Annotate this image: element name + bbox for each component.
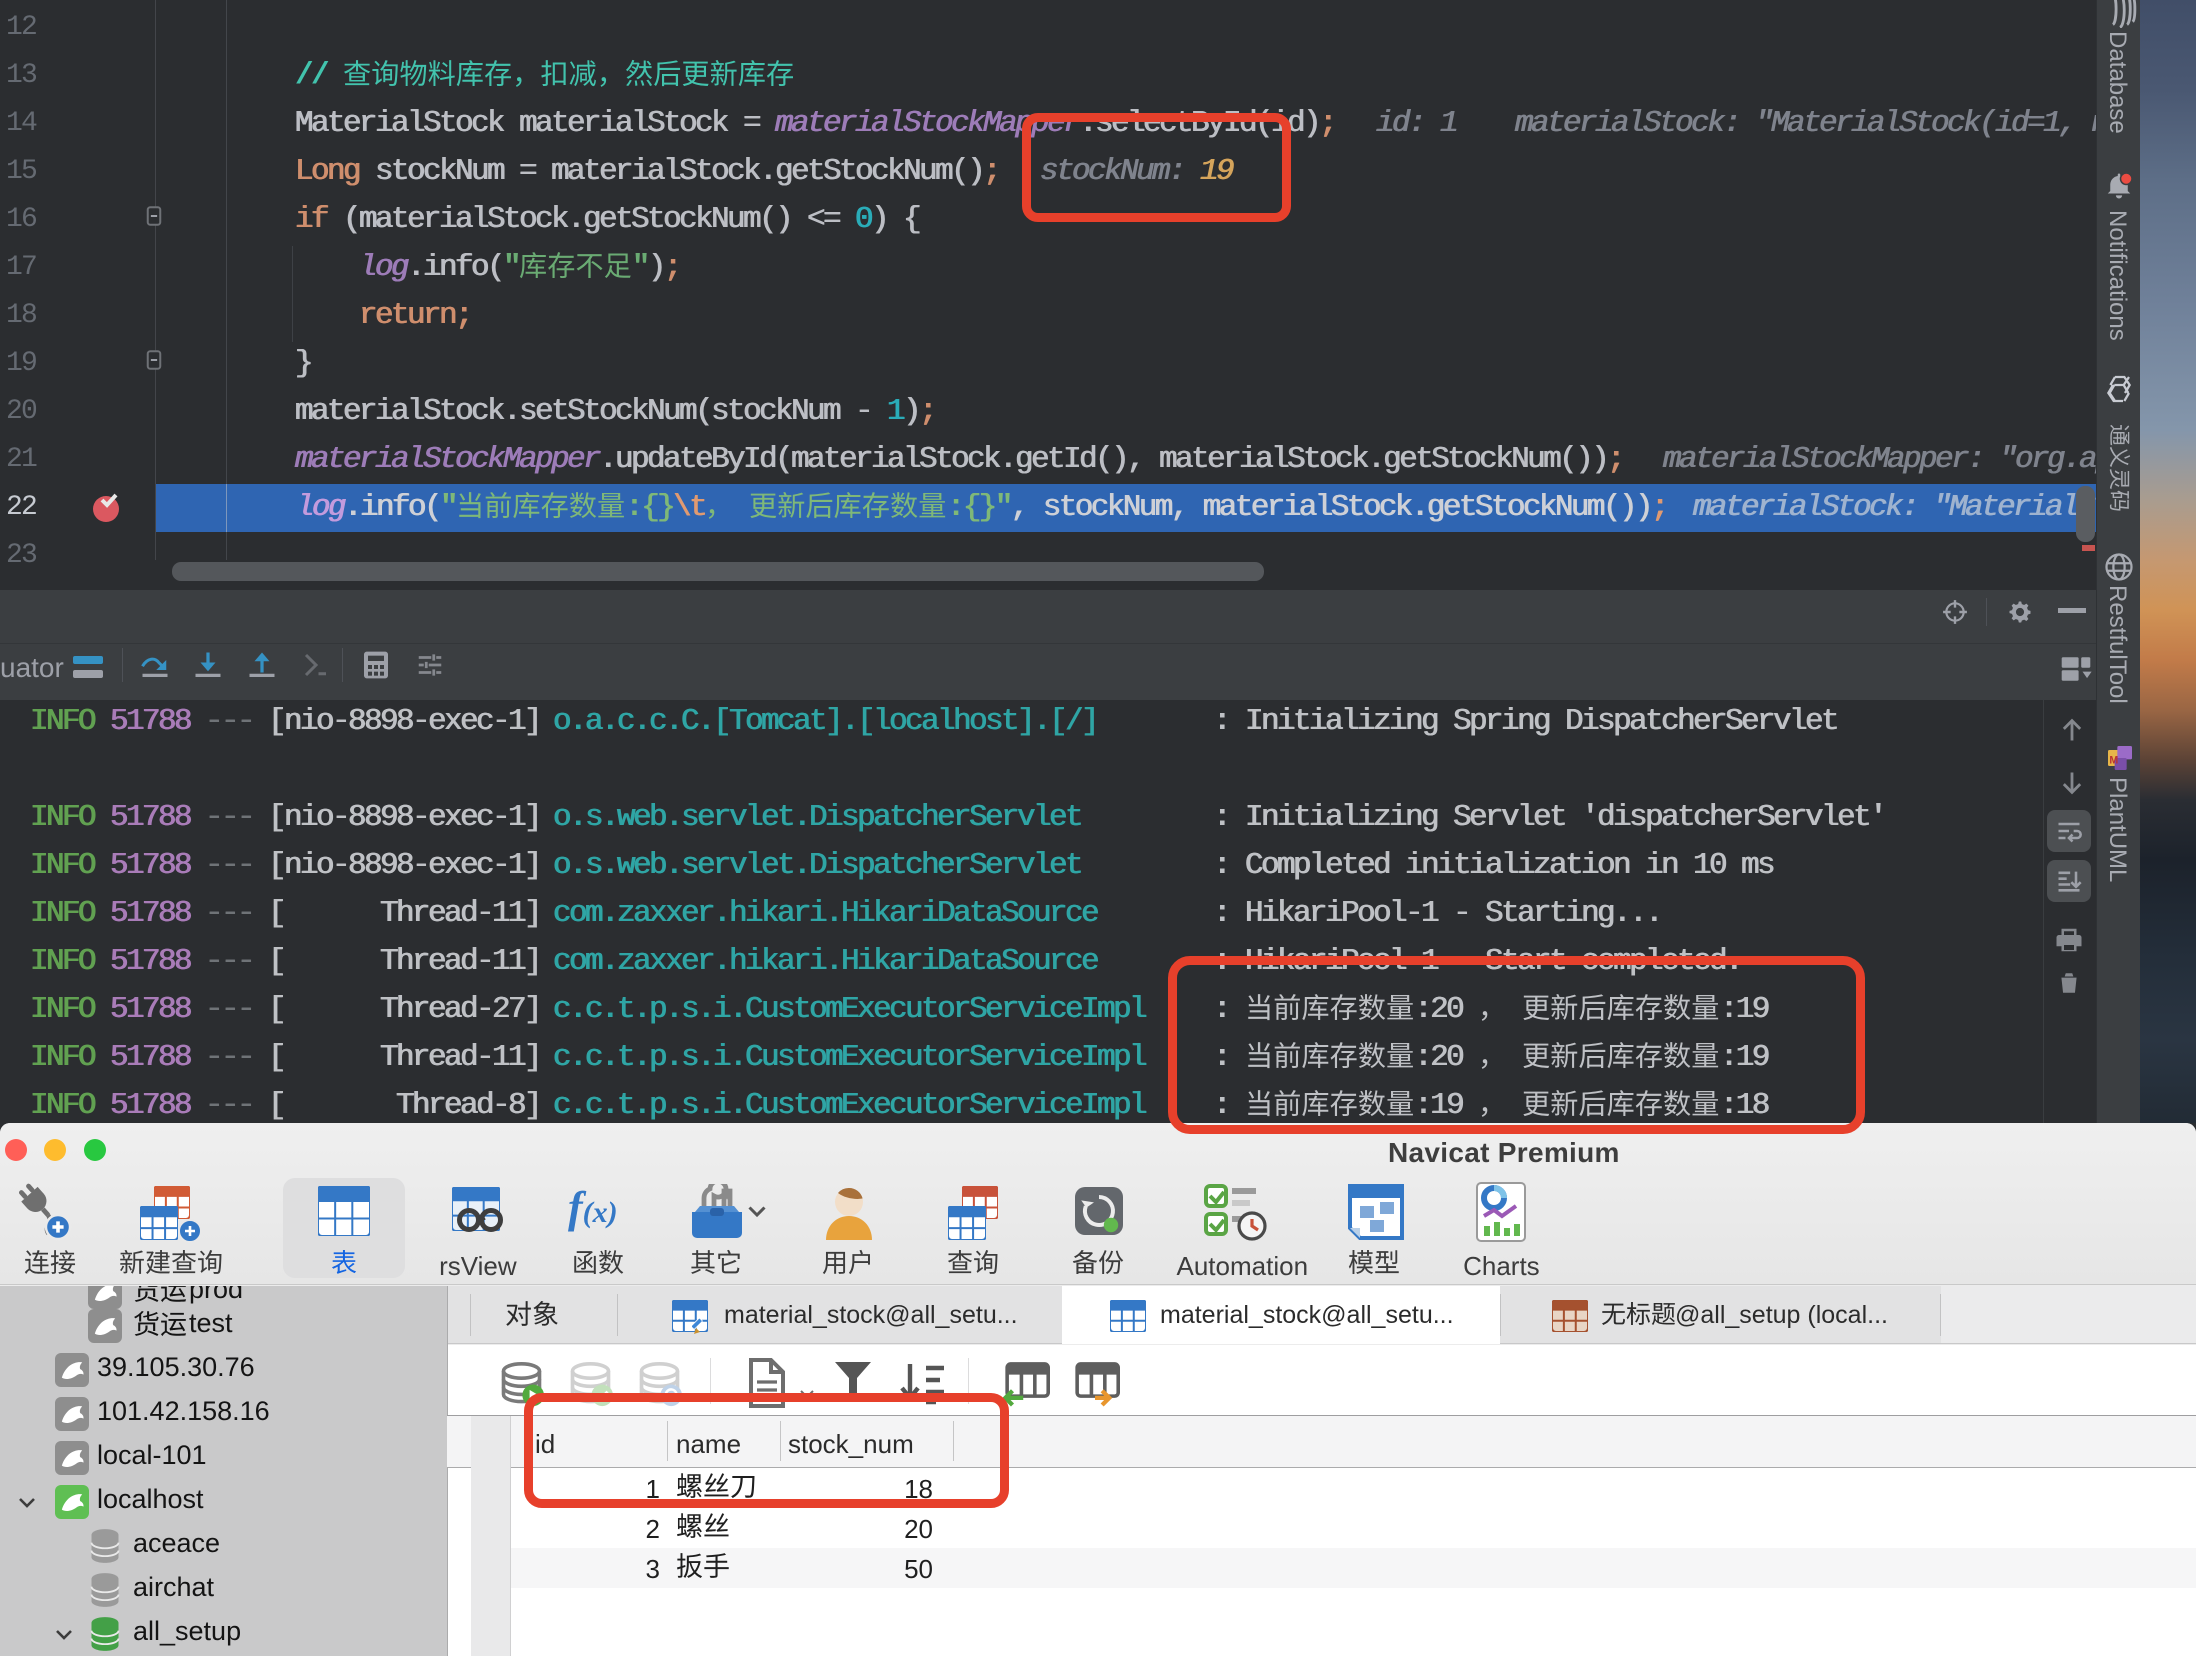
svg-text:M: M [2109, 754, 2118, 766]
